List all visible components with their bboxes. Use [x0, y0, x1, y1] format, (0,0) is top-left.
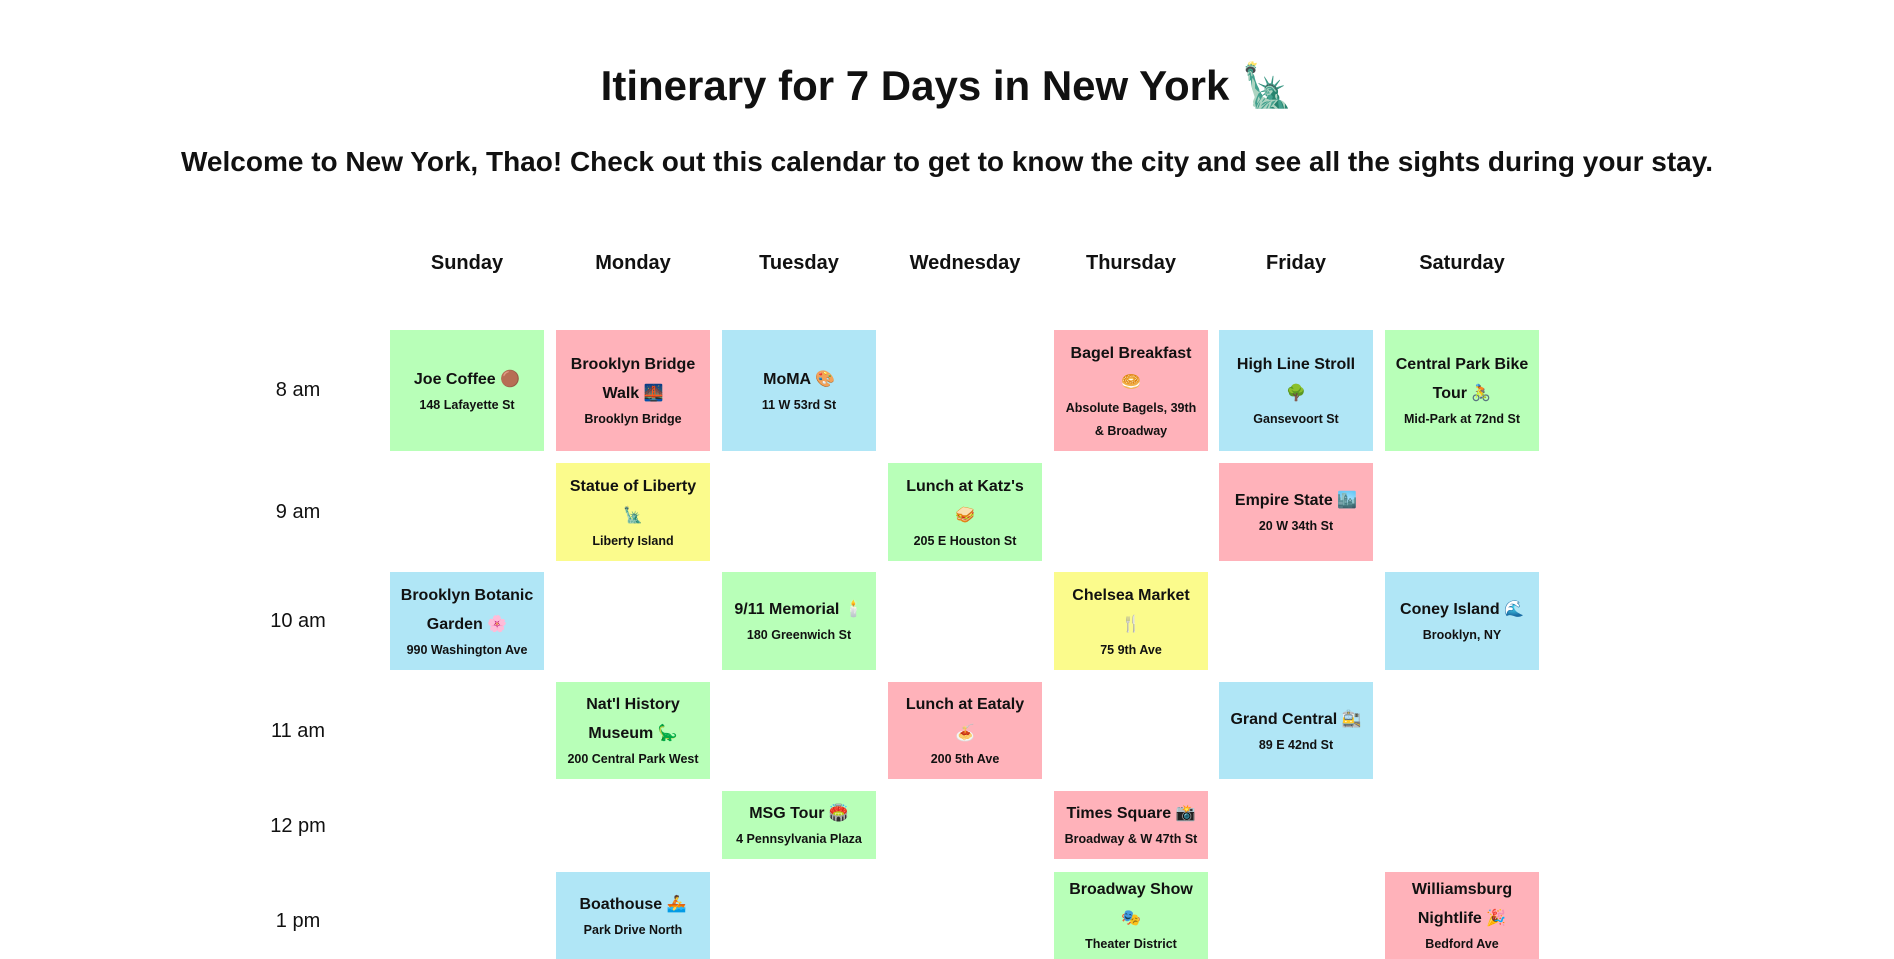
event-card-high-line-stroll[interactable]: High Line Stroll 🌳 Gansevoort St — [1219, 330, 1373, 451]
event-name: Central Park Bike Tour 🚴 — [1395, 356, 1529, 402]
event-address: 20 W 34th St — [1258, 519, 1334, 533]
event-card-brooklyn-bridge-walk[interactable]: Brooklyn Bridge Walk 🌉 Brooklyn Bridge — [556, 330, 710, 451]
event-address: 990 Washington Ave — [406, 642, 528, 657]
event-address: Park Drive North — [583, 922, 683, 937]
event-card-empire-state[interactable]: Empire State 🏙️ 20 W 34th St — [1219, 463, 1373, 561]
event-card-msg-tour[interactable]: MSG Tour 🏟️ 4 Pennsylvania Plaza — [722, 791, 876, 859]
event-address: 89 E 42nd St — [1258, 737, 1334, 752]
event-card-grand-central[interactable]: Grand Central 🚉 89 E 42nd St — [1219, 682, 1373, 779]
day-header-saturday: Saturday — [1419, 252, 1505, 274]
time-label-8am: 8 am — [275, 379, 321, 401]
event-name: Lunch at Eataly 🍝 — [905, 696, 1025, 742]
event-address: 4 Pennsylvania Plaza — [736, 832, 862, 846]
day-header-sunday: Sunday — [430, 252, 504, 274]
day-header-thursday: Thursday — [1085, 252, 1177, 274]
event-address: Brooklyn Bridge — [584, 412, 682, 426]
event-address: Theater District — [1085, 937, 1177, 951]
event-address: 148 Lafayette St — [419, 397, 515, 412]
event-name: Chelsea Market 🍴 — [1072, 586, 1190, 633]
event-name: Statue of Liberty 🗽 — [569, 477, 697, 524]
day-header-monday: Monday — [595, 252, 671, 274]
event-name: Broadway Show 🎭 — [1069, 881, 1193, 927]
page-title: Itinerary for 7 Days in New York 🗽 — [600, 62, 1294, 109]
event-card-boathouse[interactable]: Boathouse 🚣 Park Drive North — [556, 872, 710, 959]
event-card-moma[interactable]: MoMA 🎨 11 W 53rd St — [722, 330, 876, 451]
day-header-tuesday: Tuesday — [759, 252, 839, 274]
page-subtitle: Welcome to New York, Thao! Check out thi… — [181, 146, 1713, 177]
event-card-lunch-at-eataly[interactable]: Lunch at Eataly 🍝 200 5th Ave — [888, 682, 1042, 779]
event-address: 75 9th Ave — [1100, 642, 1162, 657]
time-label-9am: 9 am — [275, 501, 321, 523]
event-name: Williamsburg Nightlife 🎉 — [1411, 881, 1513, 927]
event-name: Grand Central 🚉 — [1230, 710, 1362, 728]
event-address: 205 E Houston St — [913, 533, 1017, 548]
event-address: 200 Central Park West — [567, 752, 699, 766]
event-name: Brooklyn Bridge Walk 🌉 — [570, 356, 696, 402]
time-label-1pm: 1 pm — [275, 910, 321, 932]
time-label-11am: 11 am — [270, 720, 326, 742]
event-name: High Line Stroll 🌳 — [1236, 356, 1356, 402]
event-name: Nat'l History Museum 🦕 — [586, 696, 680, 742]
event-address: Bedford Ave — [1425, 937, 1499, 951]
event-card-natl-history-museum[interactable]: Nat'l History Museum 🦕 200 Central Park … — [556, 682, 710, 779]
day-header-wednesday: Wednesday — [909, 252, 1021, 274]
event-name: Empire State 🏙️ — [1234, 492, 1358, 509]
event-card-lunch-at-katzs[interactable]: Lunch at Katz's 🥪 205 E Houston St — [888, 463, 1042, 561]
event-name: MoMA 🎨 — [763, 370, 835, 388]
event-card-times-square[interactable]: Times Square 📸 Broadway & W 47th St — [1054, 791, 1208, 859]
event-address: Mid-Park at 72nd St — [1404, 412, 1520, 426]
time-label-10am: 10 am — [270, 610, 326, 632]
event-address: 180 Greenwich St — [746, 628, 852, 642]
event-address: 11 W 53rd St — [761, 397, 837, 412]
event-address: Liberty Island — [592, 533, 674, 548]
event-name: Lunch at Katz's 🥪 — [906, 477, 1024, 524]
event-name: Times Square 📸 — [1066, 805, 1196, 822]
time-label-12pm: 12 pm — [270, 815, 326, 837]
event-address: Broadway & W 47th St — [1064, 832, 1198, 846]
event-card-brooklyn-botanic-garden[interactable]: Brooklyn Botanic Garden 🌸 990 Washington… — [390, 572, 544, 670]
event-name: Coney Island 🌊 — [1400, 601, 1524, 618]
event-name: MSG Tour 🏟️ — [749, 805, 849, 822]
event-card-911-memorial[interactable]: 9/11 Memorial 🕯️ 180 Greenwich St — [722, 572, 876, 670]
event-address: Absolute Bagels, 39th & Broadway — [1065, 400, 1197, 438]
event-card-bagel-breakfast[interactable]: Bagel Breakfast 🥯 Absolute Bagels, 39th … — [1054, 330, 1208, 451]
event-name: Brooklyn Botanic Garden 🌸 — [400, 586, 534, 633]
event-address: 200 5th Ave — [930, 752, 1000, 766]
event-card-statue-of-liberty[interactable]: Statue of Liberty 🗽 Liberty Island — [556, 463, 710, 561]
event-card-chelsea-market[interactable]: Chelsea Market 🍴 75 9th Ave — [1054, 572, 1208, 670]
event-address: Gansevoort St — [1253, 412, 1339, 426]
event-name: Boathouse 🚣 — [579, 895, 687, 913]
event-name: Bagel Breakfast 🥯 — [1070, 344, 1192, 391]
day-header-friday: Friday — [1265, 252, 1327, 274]
event-card-williamsburg-nightlife[interactable]: Williamsburg Nightlife 🎉 Bedford Ave — [1385, 872, 1539, 959]
event-card-broadway-show[interactable]: Broadway Show 🎭 Theater District — [1054, 872, 1208, 959]
event-card-central-park-bike-tour[interactable]: Central Park Bike Tour 🚴 Mid-Park at 72n… — [1385, 330, 1539, 451]
event-address: Brooklyn, NY — [1422, 628, 1502, 642]
event-card-joe-coffee[interactable]: Joe Coffee 🟤 148 Lafayette St — [390, 330, 544, 451]
event-card-coney-island[interactable]: Coney Island 🌊 Brooklyn, NY — [1385, 572, 1539, 670]
event-name: Joe Coffee 🟤 — [413, 370, 521, 388]
event-name: 9/11 Memorial 🕯️ — [734, 601, 864, 618]
